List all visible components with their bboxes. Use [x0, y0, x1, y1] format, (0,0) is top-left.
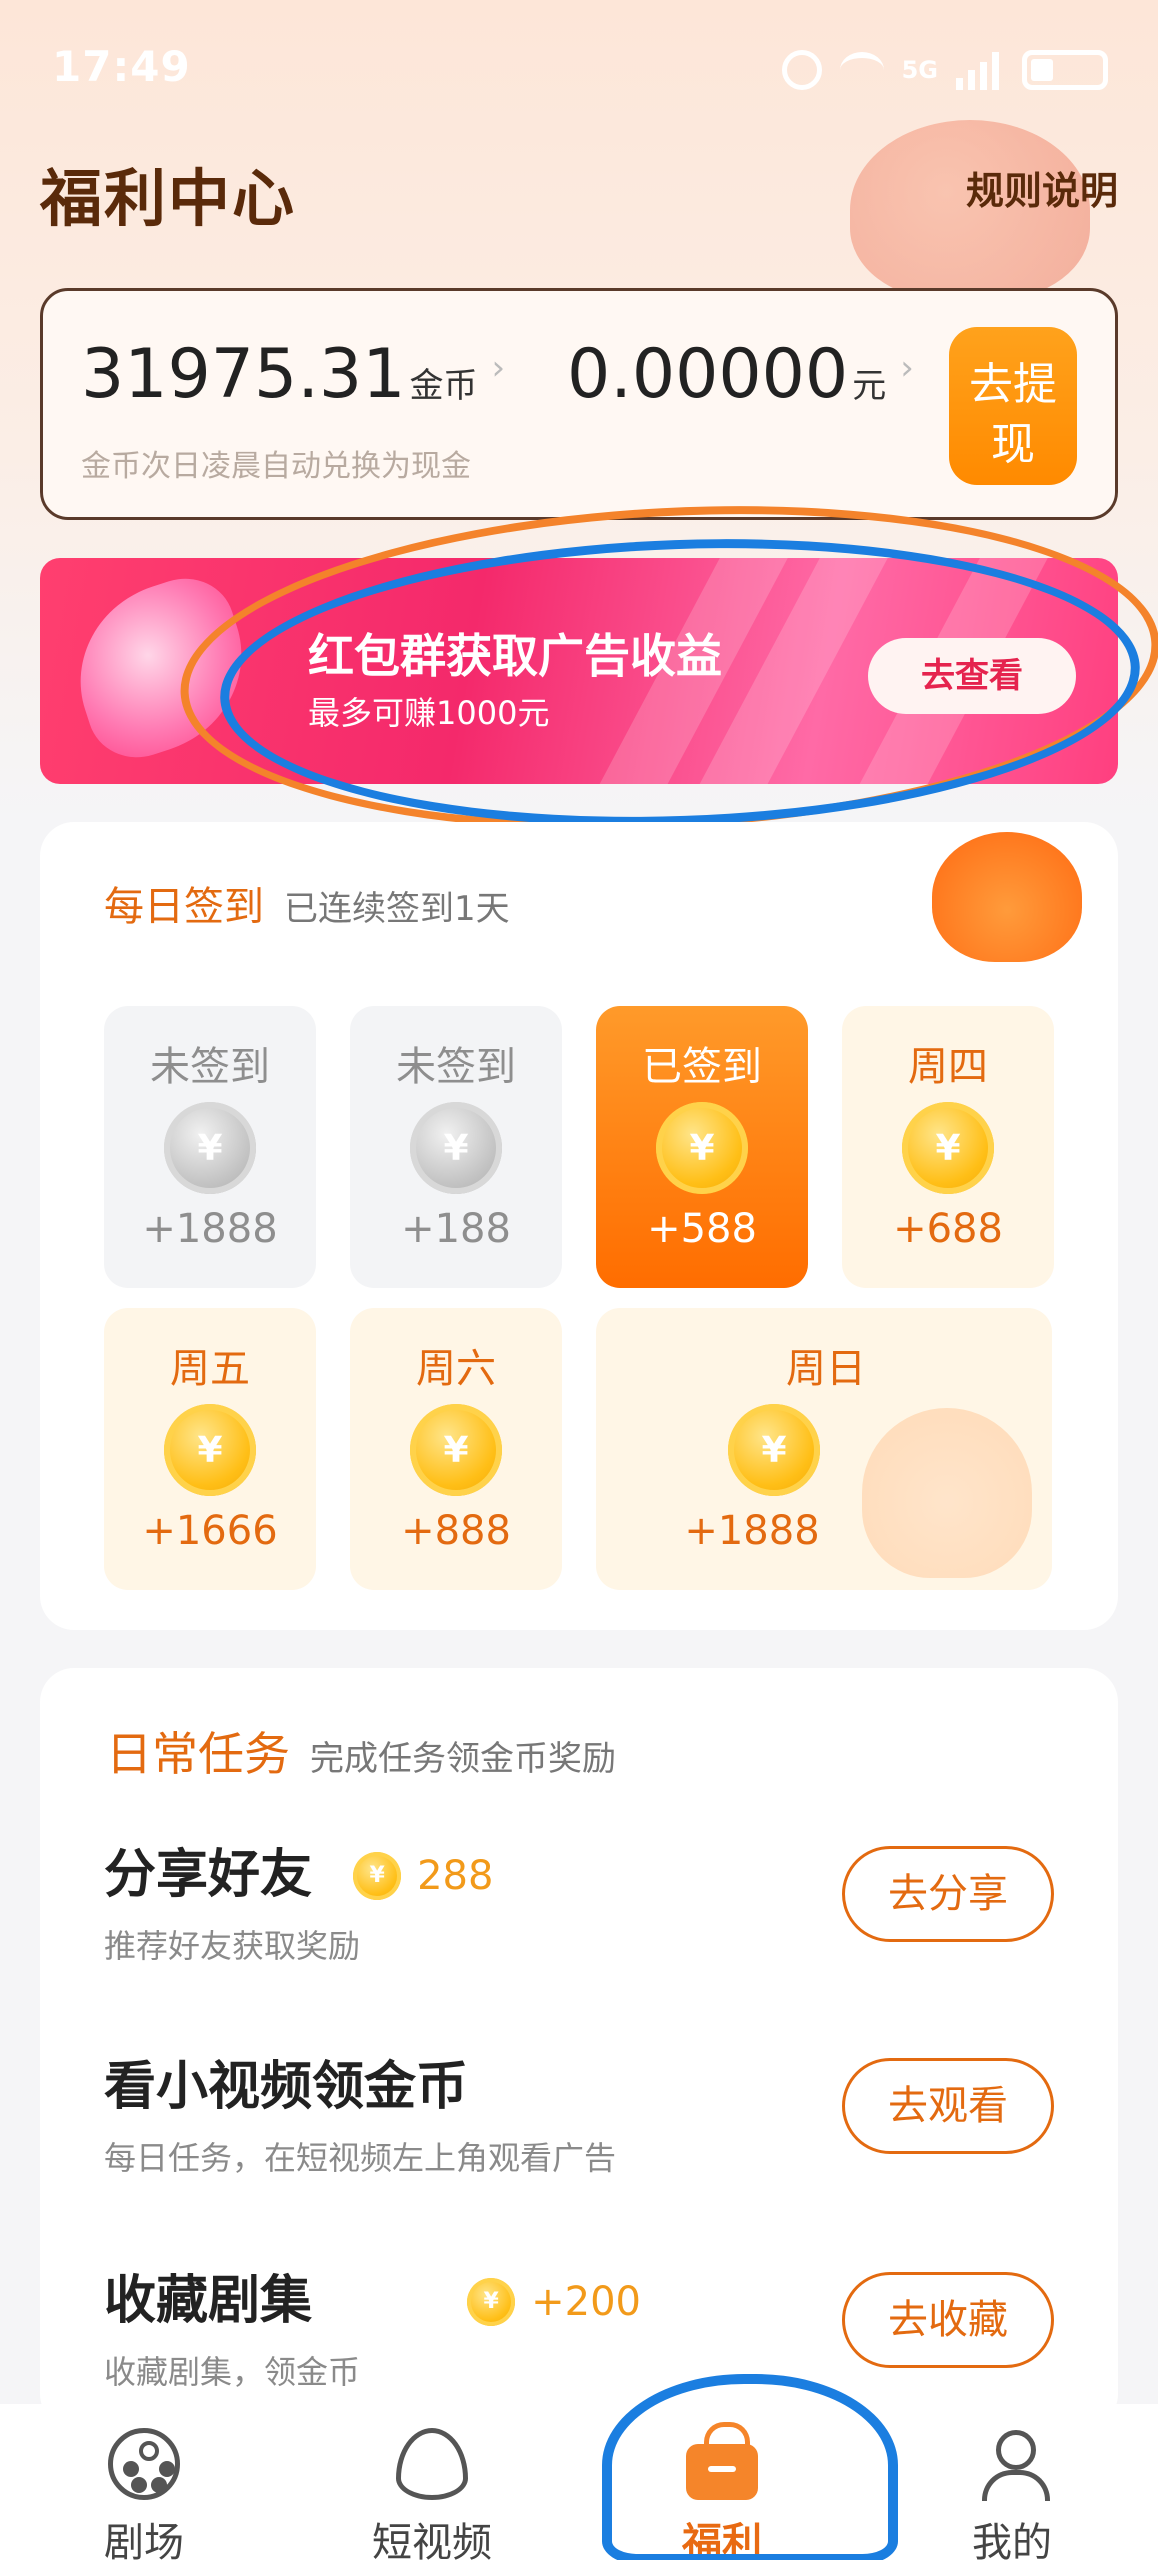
cash-balance[interactable]: 0.00000 元 › [567, 335, 914, 414]
tasks-subtitle: 完成任务领金币奖励 [310, 1739, 616, 1779]
silver-coin-icon: ¥ [164, 1102, 256, 1194]
day-label: 已签到 [642, 1044, 762, 1090]
silver-coin-icon: ¥ [410, 1102, 502, 1194]
withdraw-label: 去提现 [969, 359, 1057, 470]
coin-balance[interactable]: 31975.31 金币 › [81, 335, 505, 414]
signal-icon [956, 50, 1004, 90]
signin-day-1[interactable]: 未签到 ¥ +1888 [104, 1006, 316, 1288]
daily-signin-card: 每日签到 已连续签到1天 未签到 ¥ +1888 未签到 ¥ +188 已签到 ¥… [40, 822, 1118, 1630]
coin-balance-value: 31975.31 [81, 335, 406, 414]
page-title: 福利中心 [40, 162, 297, 235]
chevron-right-icon: › [900, 348, 914, 388]
task-title: 分享好友 [104, 1845, 313, 1905]
balance-card: 31975.31 金币 › 0.00000 元 › 金币次日凌晨自动兑换为现金 去提现 [40, 288, 1118, 520]
task-favorite-series: 收藏剧集 ¥ +200 收藏剧集，领金币 去收藏 [104, 2258, 1054, 2408]
favorite-button[interactable]: 去收藏 [842, 2272, 1054, 2368]
day-amount: +888 [401, 1508, 511, 1554]
gold-coin-icon: ¥ [164, 1404, 256, 1496]
signin-day-3[interactable]: 已签到 ¥ +588 [596, 1006, 808, 1288]
signin-day-4[interactable]: 周四 ¥ +688 [842, 1006, 1054, 1288]
day-amount: +688 [893, 1206, 1003, 1252]
cash-unit: 元 [852, 366, 887, 406]
cash-balance-value: 0.00000 [567, 335, 849, 414]
share-button[interactable]: 去分享 [842, 1846, 1054, 1942]
balance-note: 金币次日凌晨自动兑换为现金 [81, 449, 471, 484]
task-title: 收藏剧集 [104, 2271, 313, 2331]
wifi-icon [839, 52, 884, 88]
day-amount: +1666 [142, 1508, 278, 1554]
gold-coin-icon: ¥ [353, 1851, 402, 1900]
annotation-blue-circle [602, 2374, 898, 2560]
flame-icon [396, 2428, 468, 2500]
day-label: 未签到 [150, 1044, 270, 1090]
withdraw-button[interactable]: 去提现 [949, 327, 1077, 485]
lucky-bag-icon [932, 832, 1082, 962]
day-amount: +588 [647, 1206, 757, 1252]
status-icons: 5G [781, 50, 1108, 90]
nav-profile[interactable]: 我的 [912, 2404, 1112, 2560]
day-label: 周五 [170, 1346, 250, 1392]
user-icon [976, 2428, 1050, 2501]
rules-link[interactable]: 规则说明 [966, 160, 1118, 215]
nav-theater[interactable]: 剧场 [44, 2404, 244, 2560]
alarm-icon [781, 50, 822, 90]
tasks-title: 日常任务 [106, 1727, 290, 1781]
task-title: 看小视频领金币 [104, 2057, 469, 2117]
gold-coin-icon: ¥ [728, 1404, 820, 1496]
status-time: 17:49 [52, 42, 191, 91]
day-amount: +1888 [684, 1508, 820, 1554]
gold-coin-icon: ¥ [656, 1102, 748, 1194]
status-bar: 17:49 5G [0, 0, 1158, 140]
day-label: 未签到 [396, 1044, 516, 1090]
day-label: 周六 [416, 1346, 496, 1392]
task-reward: ¥ 288 [353, 1851, 494, 1900]
nav-label: 剧场 [104, 2520, 184, 2560]
coin-unit: 金币 [409, 366, 478, 406]
nav-label: 我的 [972, 2520, 1052, 2560]
signin-day-2[interactable]: 未签到 ¥ +188 [350, 1006, 562, 1288]
daily-tasks-card: 日常任务 完成任务领金币奖励 分享好友 ¥ 288 推荐好友获取奖励 去分享 看小… [40, 1668, 1118, 2428]
day-label: 周四 [908, 1044, 988, 1090]
task-reward: ¥ +200 [467, 2277, 641, 2326]
signin-title: 每日签到 [104, 884, 264, 930]
signin-streak: 已连续签到1天 [284, 889, 510, 929]
gold-coin-icon: ¥ [902, 1102, 994, 1194]
nav-label: 短视频 [372, 2520, 492, 2560]
task-reward-value: 288 [417, 1852, 494, 1899]
task-reward-value: +200 [531, 2278, 641, 2325]
tasks-header: 日常任务 完成任务领金币奖励 [106, 1718, 616, 1784]
battery-icon [1022, 50, 1108, 90]
signin-day-6[interactable]: 周六 ¥ +888 [350, 1308, 562, 1590]
day-amount: +1888 [142, 1206, 278, 1252]
chevron-right-icon: › [491, 348, 506, 388]
task-watch-videos: 看小视频领金币 每日任务，在短视频左上角观看广告 去观看 [104, 2044, 1054, 2194]
bottom-nav: 剧场 短视频 福利 我的 [0, 2404, 1158, 2560]
nav-short-video[interactable]: 短视频 [332, 2404, 532, 2560]
signin-day-5[interactable]: 周五 ¥ +1666 [104, 1308, 316, 1590]
gold-coin-icon: ¥ [467, 2277, 516, 2326]
watch-button[interactable]: 去观看 [842, 2058, 1054, 2154]
network-type-label: 5G [901, 56, 938, 84]
day-amount: +188 [401, 1206, 511, 1252]
signin-day-7[interactable]: 周日 ¥ +1888 [596, 1308, 1052, 1590]
day-label: 周日 [786, 1346, 866, 1392]
task-share-friends: 分享好友 ¥ 288 推荐好友获取奖励 去分享 [104, 1832, 1054, 1982]
film-reel-icon [108, 2428, 180, 2500]
gold-coin-icon: ¥ [410, 1404, 502, 1496]
signin-header: 每日签到 已连续签到1天 [104, 874, 510, 932]
